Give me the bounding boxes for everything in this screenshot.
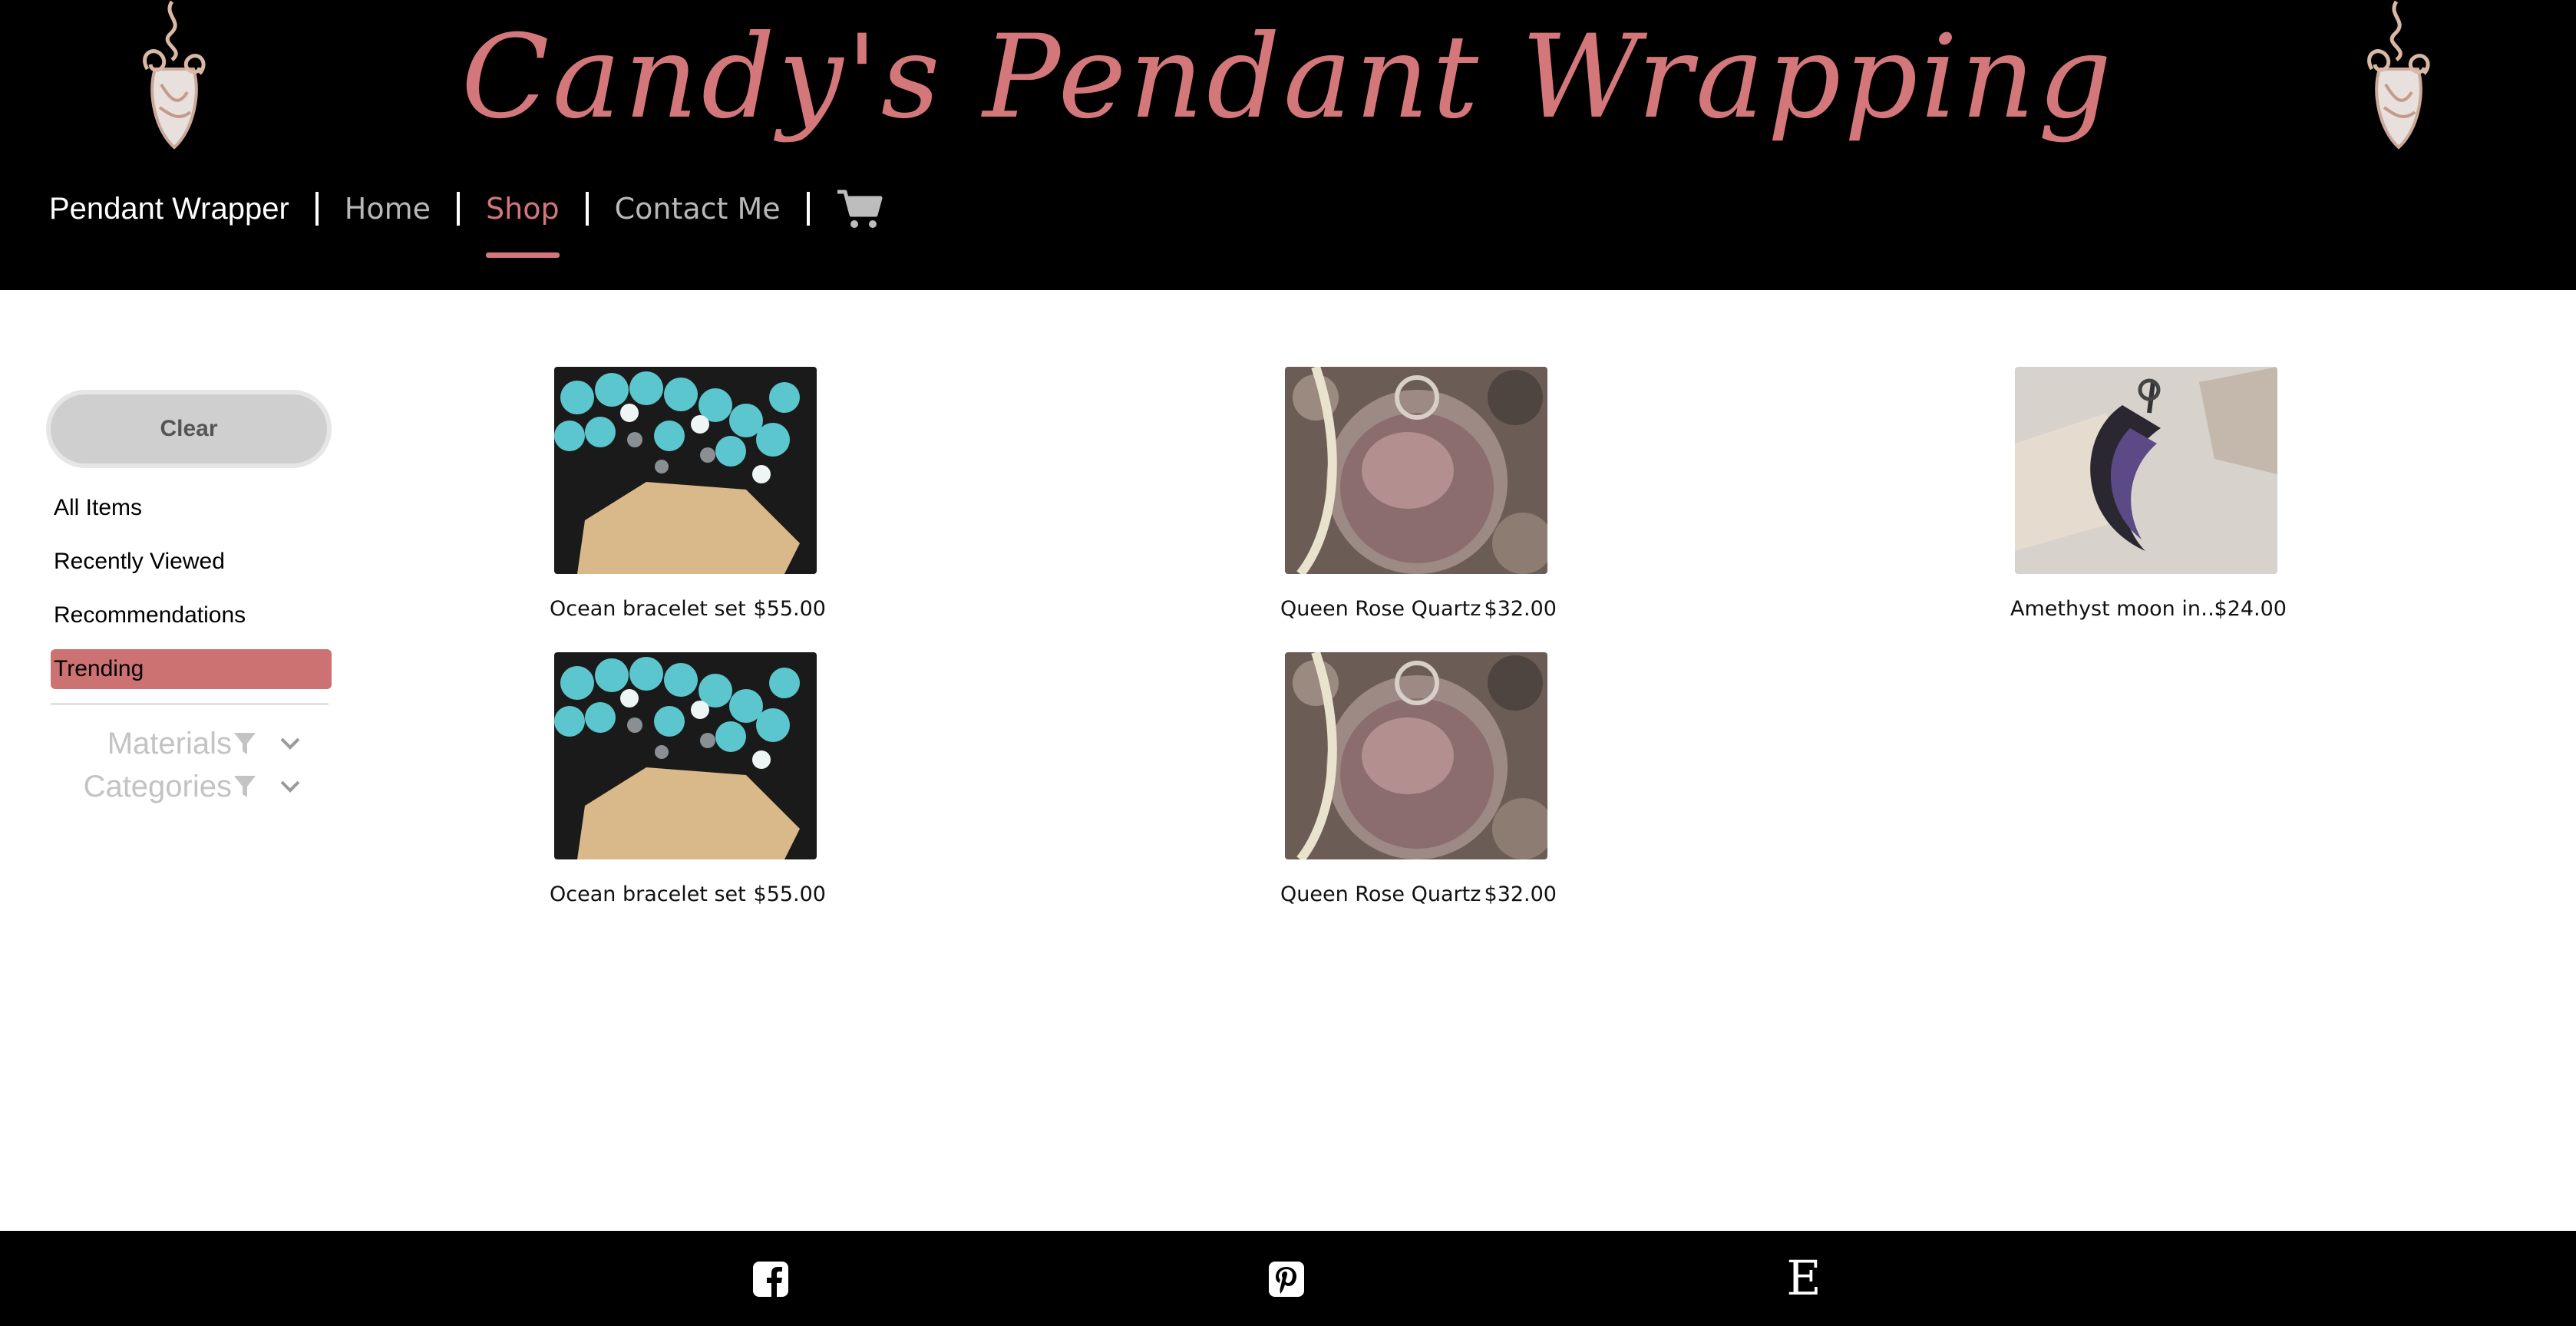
product-price: $32.00 — [1484, 882, 1557, 906]
product-price: $24.00 — [2214, 597, 2287, 621]
chevron-down-icon[interactable] — [279, 737, 301, 750]
filter-icon — [234, 733, 256, 754]
nav-link-shop[interactable]: Shop — [486, 192, 560, 258]
clear-button[interactable]: Clear — [46, 390, 332, 468]
facebook-icon[interactable] — [751, 1260, 790, 1298]
product-price: $55.00 — [753, 597, 826, 621]
filter-label: Materials — [107, 726, 232, 760]
etsy-icon[interactable]: E — [1782, 1254, 1825, 1303]
pinterest-icon[interactable] — [1267, 1260, 1306, 1298]
nav-separator — [315, 192, 319, 226]
product-name[interactable]: Queen Rose Quartz — [1280, 882, 1481, 906]
product-price: $32.00 — [1484, 597, 1557, 621]
site-header: Candy's Pendant Wrapping Pendant Wrapper… — [0, 0, 2576, 290]
product-price: $55.00 — [753, 882, 826, 906]
product-image[interactable] — [554, 367, 817, 574]
main-nav: Pendant Wrapper Home Shop Contact Me — [49, 170, 883, 258]
nav-link-home[interactable]: Home — [345, 192, 431, 226]
sidebar-item-all-items[interactable]: All Items — [51, 488, 332, 528]
view-list: All Items Recently Viewed Recommendation… — [46, 488, 332, 689]
sidebar-item-trending[interactable]: Trending — [51, 649, 332, 689]
sidebar-item-recently-viewed[interactable]: Recently Viewed — [51, 542, 332, 582]
categories-filter[interactable]: Categories — [46, 765, 332, 808]
nav-separator — [806, 192, 810, 226]
materials-filter[interactable]: Materials — [46, 722, 332, 765]
site-footer: E — [0, 1231, 2576, 1326]
product-image[interactable] — [1285, 652, 1547, 859]
product-name[interactable]: Ocean bracelet set — [550, 882, 746, 906]
product-image[interactable] — [1285, 367, 1547, 574]
product-name[interactable]: Ocean bracelet set — [550, 597, 746, 621]
filter-sidebar: Clear All Items Recently Viewed Recommen… — [46, 390, 332, 808]
shopping-cart-icon[interactable] — [836, 187, 883, 230]
nav-separator — [457, 192, 461, 226]
filter-label: Categories — [83, 769, 232, 803]
product-name[interactable]: Amethyst moon in he... — [2010, 597, 2222, 621]
nav-separator — [585, 192, 589, 226]
product-image[interactable] — [554, 652, 817, 859]
product-name[interactable]: Queen Rose Quartz — [1280, 597, 1481, 621]
filter-icon — [234, 776, 256, 797]
sidebar-item-recommendations[interactable]: Recommendations — [51, 595, 332, 635]
nav-brand[interactable]: Pendant Wrapper — [49, 192, 289, 226]
nav-link-contact[interactable]: Contact Me — [615, 192, 781, 226]
chevron-down-icon[interactable] — [279, 780, 301, 793]
product-image[interactable] — [2015, 367, 2277, 574]
site-title: Candy's Pendant Wrapping — [461, 11, 2115, 144]
sidebar-divider — [51, 703, 329, 705]
